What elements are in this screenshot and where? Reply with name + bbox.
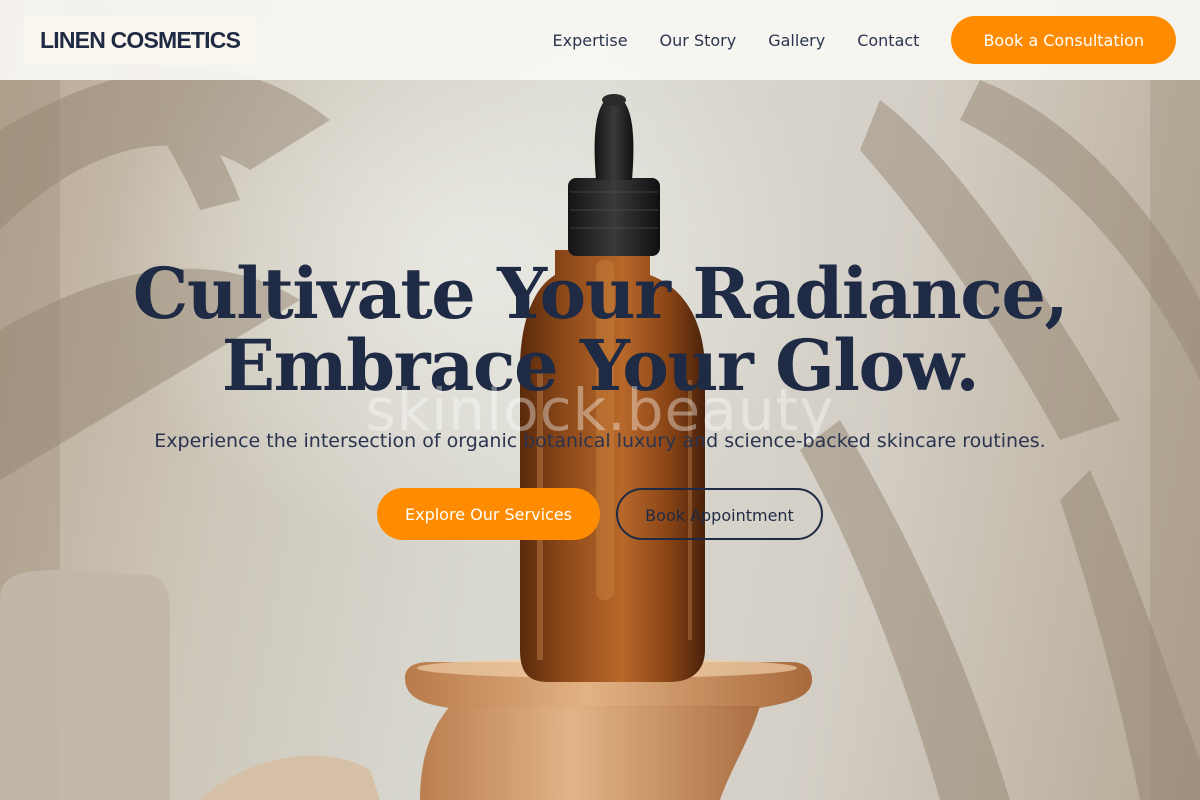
explore-services-button[interactable]: Explore Our Services <box>377 488 600 540</box>
nav-link-expertise[interactable]: Expertise <box>552 31 627 50</box>
hero-headline-line-1: Cultivate Your Radiance, <box>132 252 1069 335</box>
nav-link-contact[interactable]: Contact <box>857 31 919 50</box>
hero-subtitle: Experience the intersection of organic b… <box>154 430 1046 452</box>
brand-logo[interactable]: LINEN COSMETICS <box>24 16 257 64</box>
main-nav: Expertise Our Story Gallery Contact Book… <box>552 16 1176 64</box>
nav-link-our-story[interactable]: Our Story <box>660 31 737 50</box>
book-appointment-button[interactable]: Book Appointment <box>616 488 823 540</box>
hero-actions: Explore Our Services Book Appointment <box>0 488 1200 540</box>
book-consultation-button[interactable]: Book a Consultation <box>951 16 1176 64</box>
nav-link-gallery[interactable]: Gallery <box>768 31 825 50</box>
site-header: LINEN COSMETICS Expertise Our Story Gall… <box>0 0 1200 80</box>
